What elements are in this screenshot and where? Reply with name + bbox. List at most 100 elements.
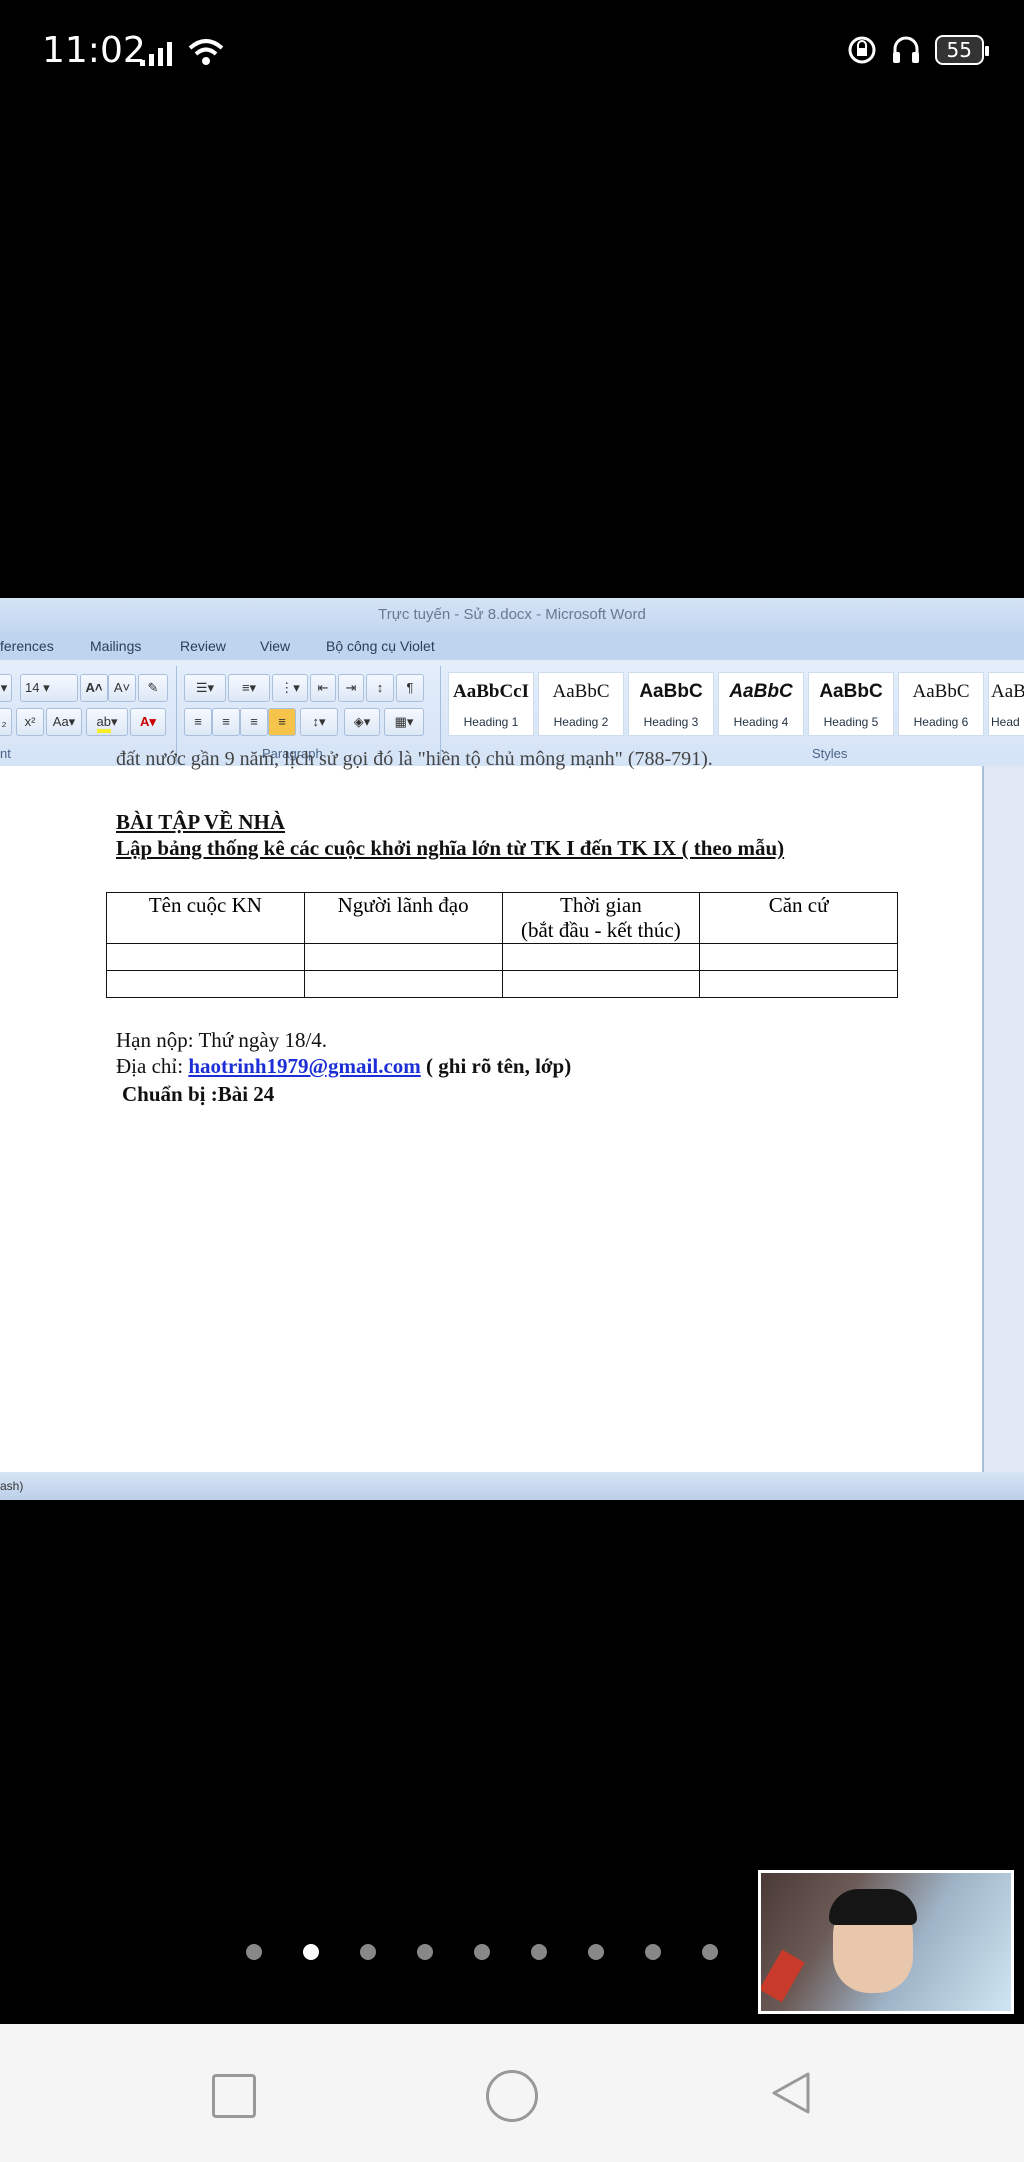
word-title-bar: Trực tuyến - Sử 8.docx - Microsoft Word [0, 598, 1024, 632]
clock: 11:02 [42, 30, 146, 71]
align-center-icon[interactable]: ≡ [212, 708, 240, 736]
ribbon-tabs: ferences Mailings Review View Bộ công cụ… [0, 632, 1024, 660]
page-dot[interactable] [588, 1944, 604, 1960]
tab-references[interactable]: ferences [0, 638, 54, 654]
superscript-icon[interactable]: x² [16, 708, 44, 736]
table-cell[interactable] [699, 970, 898, 998]
style-sample: AaBbC [639, 681, 703, 702]
prepare-text: Chuẩn bị :Bài 24 [122, 1082, 275, 1106]
tab-mailings[interactable]: Mailings [90, 638, 141, 654]
page-dot[interactable] [702, 1944, 718, 1960]
decrease-indent-icon[interactable]: ⇤ [310, 674, 336, 702]
shrink-font-icon[interactable]: A˅ [108, 674, 136, 702]
style-sample: AaBbCcI [452, 681, 529, 702]
clear-format-icon[interactable]: ✎ [138, 674, 168, 702]
page-dot[interactable] [645, 1944, 661, 1960]
self-video-thumbnail[interactable] [758, 1870, 1014, 2014]
headphones-icon [892, 36, 919, 63]
numbering-icon[interactable]: ≡▾ [228, 674, 270, 702]
style-sample: AaBbC [729, 681, 793, 702]
home-button[interactable] [486, 2070, 538, 2122]
email-link[interactable]: haotrinh1979@gmail.com [188, 1054, 420, 1078]
shading-icon[interactable]: ◈▾ [344, 708, 380, 736]
task-instruction: Lập bảng thống kê các cuộc khởi nghĩa lớ… [116, 836, 785, 860]
align-left-icon[interactable]: ≡ [184, 708, 212, 736]
font-color-icon[interactable]: A▾ [130, 708, 166, 736]
page-dot[interactable] [417, 1944, 433, 1960]
style-name: Heading 6 [913, 715, 969, 729]
subscript-icon[interactable]: ₂ [0, 708, 12, 736]
grow-font-icon[interactable]: A˄ [80, 674, 108, 702]
document-area[interactable]: đất nước gần 9 năm, lịch sử gọi đó là "h… [0, 748, 1024, 1472]
tab-violet[interactable]: Bộ công cụ Violet [326, 638, 435, 654]
multilevel-list-icon[interactable]: ⋮▾ [272, 674, 308, 702]
line-spacing-icon[interactable]: ↕▾ [300, 708, 338, 736]
table-cell[interactable] [303, 943, 503, 971]
tab-review[interactable]: Review [180, 638, 226, 654]
shared-screen[interactable]: Trực tuyến - Sử 8.docx - Microsoft Word … [0, 598, 1024, 1500]
align-right-icon[interactable]: ≡ [240, 708, 268, 736]
table-header-row: Tên cuộc KN Người lãnh đạo Thời gian (bắ… [106, 892, 898, 944]
table-cell[interactable] [106, 970, 305, 998]
table-cell[interactable] [699, 943, 898, 971]
font-name-dropdown[interactable]: ▾ [0, 674, 12, 702]
table-row [106, 970, 898, 998]
style-heading-6[interactable]: AaBbC Heading 6 [898, 672, 984, 736]
address-label: Địa chỉ: [116, 1054, 189, 1078]
status-text: ash) [0, 1479, 24, 1493]
page-indicator[interactable] [246, 1944, 776, 1964]
increase-indent-icon[interactable]: ⇥ [338, 674, 364, 702]
wifi-icon [188, 39, 224, 65]
show-marks-icon[interactable]: ¶ [396, 674, 424, 702]
style-heading-1[interactable]: AaBbCcI Heading 1 [448, 672, 534, 736]
table-header-cell: Người lãnh đạo [303, 892, 503, 944]
style-heading-3[interactable]: AaBbC Heading 3 [628, 672, 714, 736]
time-header: Thời gian [560, 893, 642, 917]
table-cell[interactable] [303, 970, 503, 998]
font-size-dropdown[interactable]: 14 ▾ [20, 674, 78, 702]
style-name: Heading 2 [553, 715, 609, 729]
cut-off-text-line: đất nước gần 9 năm, lịch sử gọi đó là "h… [116, 748, 713, 770]
status-bar: 11:02 55 [0, 0, 1024, 110]
change-case-icon[interactable]: Aa▾ [46, 708, 82, 736]
style-heading-2[interactable]: AaBbC Heading 2 [538, 672, 624, 736]
table-cell[interactable] [106, 943, 305, 971]
statistics-table: Tên cuộc KN Người lãnh đạo Thời gian (bắ… [106, 892, 898, 998]
page-dot[interactable] [360, 1944, 376, 1960]
homework-title: BÀI TẬP VỀ NHÀ [116, 810, 286, 834]
word-status-bar: ash) [0, 1472, 1024, 1500]
borders-icon[interactable]: ▦▾ [384, 708, 424, 736]
sort-icon[interactable]: ↕ [366, 674, 394, 702]
styles-group-label: Styles [812, 746, 848, 761]
style-heading-5[interactable]: AaBbC Heading 5 [808, 672, 894, 736]
page-dot[interactable] [531, 1944, 547, 1960]
signal-icon [140, 42, 172, 66]
page-dot[interactable] [474, 1944, 490, 1960]
justify-icon[interactable]: ≡ [268, 708, 296, 736]
lock-rotation-icon [848, 36, 876, 64]
style-name: Head [991, 715, 1020, 729]
recent-apps-button[interactable] [212, 2074, 256, 2118]
style-sample: AaBbC [819, 681, 883, 702]
navigation-bar [0, 2024, 1024, 2162]
style-name: Heading 5 [823, 715, 879, 729]
style-sample: AaBbC [552, 681, 610, 702]
table-header-cell: Thời gian (bắt đầu - kết thúc) [501, 892, 701, 944]
page-dot[interactable] [246, 1944, 262, 1960]
style-sample: AaB [991, 681, 1024, 702]
style-name: Heading 4 [733, 715, 789, 729]
battery-indicator: 55 [934, 35, 990, 65]
bullets-icon[interactable]: ☰▾ [184, 674, 226, 702]
style-heading-4[interactable]: AaBbC Heading 4 [718, 672, 804, 736]
back-button[interactable] [766, 2068, 816, 2118]
style-heading-more[interactable]: AaB Head [988, 672, 1024, 736]
highlight-icon[interactable]: ab▾ [86, 708, 128, 736]
document-page[interactable]: đất nước gần 9 năm, lịch sử gọi đó là "h… [0, 748, 982, 1472]
tab-view[interactable]: View [260, 638, 290, 654]
table-cell[interactable] [501, 970, 701, 998]
table-header-cell: Tên cuộc KN [106, 892, 305, 944]
page-dot[interactable] [303, 1944, 319, 1960]
person-hair [829, 1889, 917, 1925]
table-cell[interactable] [501, 943, 701, 971]
vertical-scrollbar[interactable] [984, 766, 1024, 1472]
